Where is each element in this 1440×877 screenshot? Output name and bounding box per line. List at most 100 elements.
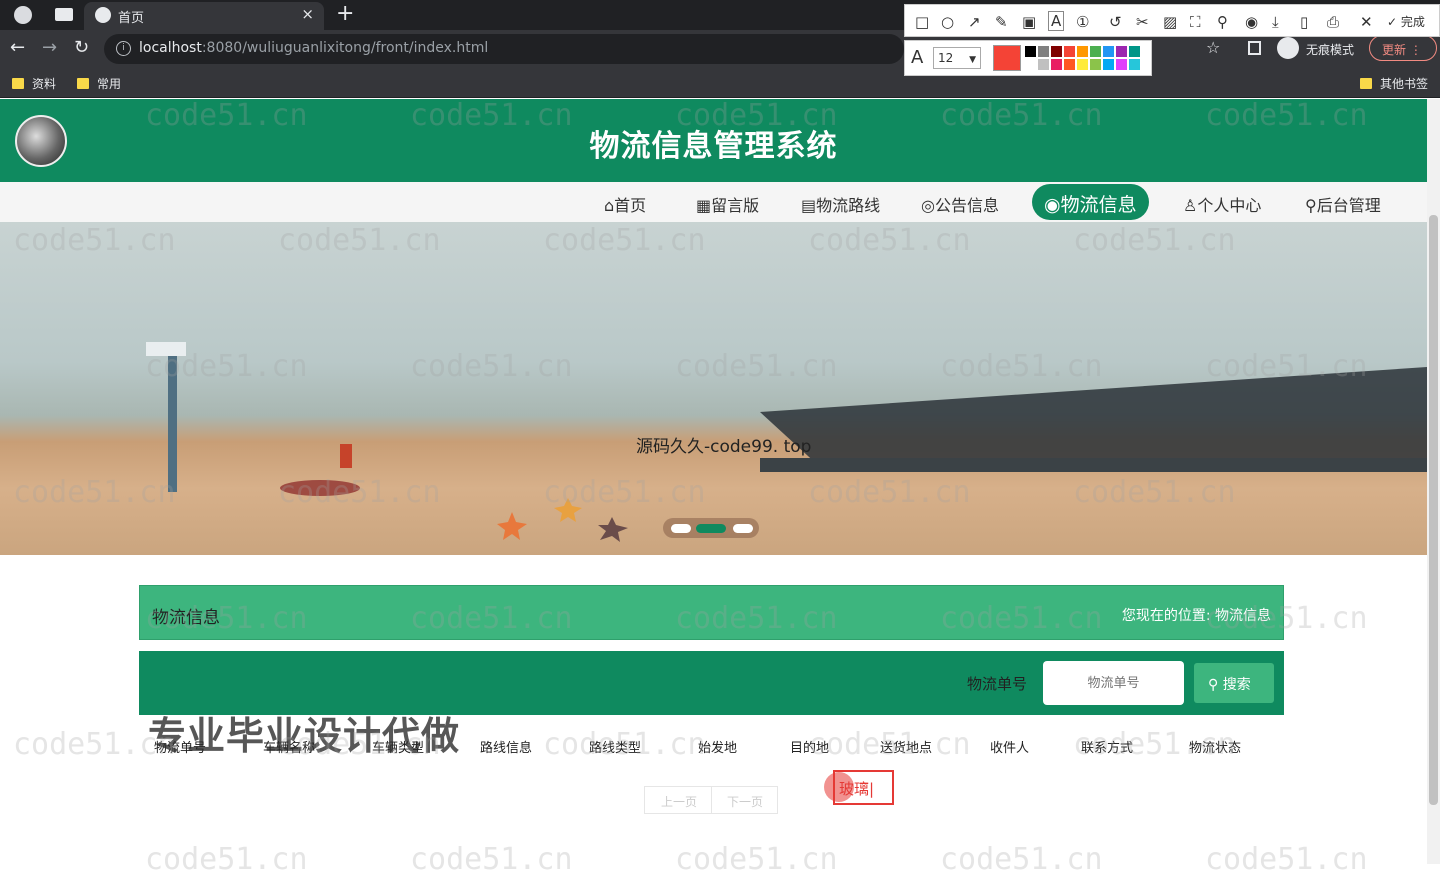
nav-home[interactable]: ⌂首页 xyxy=(604,192,646,216)
color-swatch[interactable] xyxy=(1077,59,1088,70)
font-icon: A xyxy=(911,47,924,68)
undo-icon[interactable]: ↺ xyxy=(1109,13,1122,31)
nav-label: 物流信息 xyxy=(1060,194,1137,216)
nav-logistics-info[interactable]: ◉物流信息 xyxy=(1032,184,1149,220)
browser-menu-icon[interactable] xyxy=(14,6,32,24)
info-icon[interactable]: i xyxy=(116,41,131,56)
pier-base xyxy=(760,458,1427,472)
pen-icon[interactable]: ✎ xyxy=(995,13,1008,31)
mosaic-icon[interactable]: ▣ xyxy=(1022,13,1036,31)
nav-admin[interactable]: ⚲后台管理 xyxy=(1305,192,1381,216)
carousel-dot[interactable] xyxy=(671,524,691,533)
color-swatch[interactable] xyxy=(1064,59,1075,70)
bookmark-folder-changyong[interactable]: 常用 xyxy=(77,75,121,92)
color-swatch[interactable] xyxy=(1129,46,1140,57)
circle-icon[interactable]: ○ xyxy=(941,13,954,31)
route-icon: ▤ xyxy=(801,196,817,215)
record-icon[interactable]: ◉ xyxy=(1245,13,1258,31)
color-swatch[interactable] xyxy=(1077,46,1088,57)
forward-icon[interactable]: → xyxy=(42,37,57,58)
nav-label: 物流路线 xyxy=(816,196,881,215)
main-nav: ⌂首页 ▦留言版 ▤物流路线 ◎公告信息 ◉物流信息 ♙个人中心 ⚲后台管理 xyxy=(0,182,1427,222)
nav-logistics-route[interactable]: ▤物流路线 xyxy=(801,192,880,216)
translate-icon[interactable]: ▨ xyxy=(1163,13,1177,31)
buoy xyxy=(340,444,352,468)
color-swatch[interactable] xyxy=(1025,59,1036,70)
globe-icon: ◉ xyxy=(1044,194,1061,216)
tab-search-icon[interactable] xyxy=(55,8,73,21)
color-swatch[interactable] xyxy=(1051,46,1062,57)
text-annotation-box[interactable]: 玻璃| xyxy=(833,770,894,805)
pagination: 上一页 下一页 xyxy=(644,786,778,814)
url-text: localhost:8080/wuliuguanlixitong/front/i… xyxy=(139,40,488,56)
watermark-text: code51.cn xyxy=(675,349,838,384)
pin-icon[interactable]: ⚲ xyxy=(1217,13,1228,31)
scrollbar-thumb[interactable] xyxy=(1429,215,1438,805)
watermark-text: code51.cn xyxy=(543,727,706,762)
crop-icon[interactable]: ⛶ xyxy=(1190,13,1201,31)
watermark-text: code51.cn xyxy=(675,601,838,636)
color-swatch[interactable] xyxy=(1090,59,1101,70)
column-header: 路线信息 xyxy=(480,741,533,756)
color-swatch[interactable] xyxy=(1090,46,1101,57)
banner-caption: 源码久久-code99. top xyxy=(636,437,812,457)
watermark-text: code51.cn xyxy=(145,601,308,636)
page-scrollbar[interactable] xyxy=(1427,99,1440,864)
color-swatch[interactable] xyxy=(1038,59,1049,70)
next-page-button[interactable]: 下一页 xyxy=(727,793,763,810)
folder-icon xyxy=(1360,78,1372,89)
watermark-text: code51.cn xyxy=(145,842,308,877)
current-color-swatch[interactable] xyxy=(993,45,1021,71)
number-icon[interactable]: ① xyxy=(1076,13,1089,31)
nav-personal-center[interactable]: ♙个人中心 xyxy=(1183,192,1261,216)
prev-page-button[interactable]: 上一页 xyxy=(661,793,697,810)
watermark-text: code51.cn xyxy=(1073,223,1236,258)
color-swatch[interactable] xyxy=(1116,46,1127,57)
color-swatch[interactable] xyxy=(1038,46,1049,57)
other-bookmarks[interactable]: 其他书签 xyxy=(1360,75,1428,92)
cut-icon[interactable]: ✂ xyxy=(1136,13,1149,31)
tracking-number-input[interactable] xyxy=(1043,661,1184,705)
bookmark-label: 资料 xyxy=(32,77,57,91)
color-swatch[interactable] xyxy=(1051,59,1062,70)
watermark-text: code51.cn xyxy=(940,842,1103,877)
download-icon[interactable]: ⤓ xyxy=(1272,13,1279,31)
rectangle-icon[interactable]: □ xyxy=(915,13,929,31)
font-size-select[interactable]: 12 ▼ xyxy=(933,47,981,69)
cancel-icon[interactable]: ✕ xyxy=(1360,13,1373,31)
watermark-text: code51.cn xyxy=(940,98,1103,133)
address-bar[interactable]: i localhost:8080/wuliuguanlixitong/front… xyxy=(104,34,904,64)
carousel-dot[interactable] xyxy=(733,524,753,533)
bookmark-icon[interactable]: ⎙ xyxy=(1327,13,1339,31)
color-swatch[interactable] xyxy=(1103,59,1114,70)
nav-label: 后台管理 xyxy=(1316,196,1381,215)
watermark-text: code51.cn xyxy=(410,98,573,133)
color-swatch[interactable] xyxy=(1116,59,1127,70)
watermark-text: code51.cn xyxy=(543,475,706,510)
color-swatch[interactable] xyxy=(1064,46,1075,57)
back-icon[interactable]: ← xyxy=(10,37,25,58)
color-swatch[interactable] xyxy=(1129,59,1140,70)
new-tab-button[interactable]: + xyxy=(336,1,354,26)
phone-icon[interactable]: ▯ xyxy=(1300,13,1308,31)
done-button[interactable]: ✓ 完成 xyxy=(1387,13,1425,30)
color-swatch[interactable] xyxy=(1103,46,1114,57)
nav-label: 留言版 xyxy=(711,196,760,215)
text-icon[interactable]: A xyxy=(1048,11,1065,31)
board-icon: ▦ xyxy=(696,196,712,215)
nav-notice[interactable]: ◎公告信息 xyxy=(921,192,999,216)
browser-tab[interactable]: 首页 × xyxy=(84,2,324,30)
color-swatch[interactable] xyxy=(1025,46,1036,57)
close-icon[interactable]: × xyxy=(301,5,314,23)
other-bookmarks-label: 其他书签 xyxy=(1380,77,1429,91)
search-button[interactable]: ⚲ 搜索 xyxy=(1194,663,1274,703)
home-icon: ⌂ xyxy=(604,196,615,215)
search-label: 物流单号 xyxy=(967,675,1028,693)
carousel-dot-active[interactable] xyxy=(696,524,726,533)
nav-message-board[interactable]: ▦留言版 xyxy=(696,192,759,216)
bookmark-folder-ziliao[interactable]: 资料 xyxy=(12,75,56,92)
tab-title: 首页 xyxy=(118,11,145,26)
arrow-icon[interactable]: ↗ xyxy=(968,13,981,31)
notice-icon: ◎ xyxy=(921,196,935,215)
reload-icon[interactable]: ↻ xyxy=(74,37,89,58)
